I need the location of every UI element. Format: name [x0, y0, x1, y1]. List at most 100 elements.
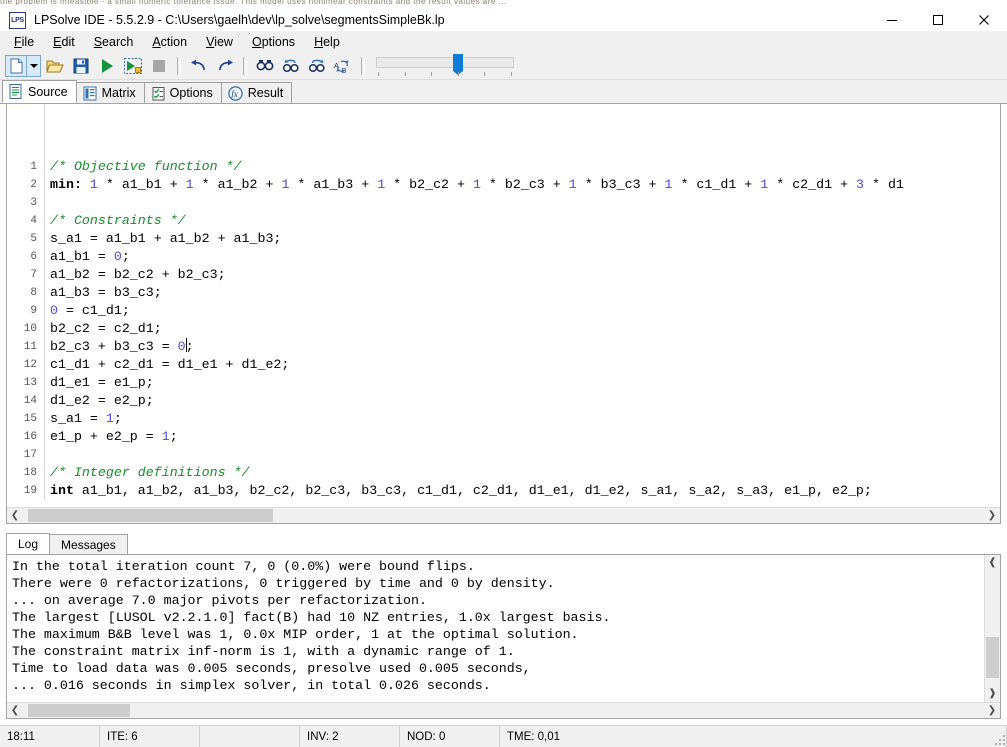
source-hscroll-thumb[interactable]: [28, 509, 273, 522]
menu-bar: File Edit Search Action View Options Hel…: [0, 31, 1007, 54]
main-tab-strip: Source Matrix Options fx Result: [0, 80, 1007, 104]
stop-button[interactable]: [147, 55, 171, 77]
menu-file[interactable]: File: [5, 33, 43, 52]
log-vscroll-down-button[interactable]: ❱: [985, 686, 1000, 702]
new-file-dropdown-button[interactable]: [27, 55, 41, 77]
replace-button[interactable]: A B: [331, 55, 355, 77]
code-line[interactable]: 19 int a1_b1, a1_b2, a1_b3, b2_c2, b2_c3,…: [7, 482, 1000, 500]
source-code-area[interactable]: 1 /* Objective function */ 2 min: 1 * a1_b1…: [7, 104, 1000, 500]
line-number: 14: [23, 395, 37, 407]
log-tab-log[interactable]: Log: [6, 533, 51, 554]
source-editor[interactable]: 1 /* Objective function */ 2 min: 1 * a1_b1…: [6, 103, 1001, 524]
step-run-icon: [124, 58, 142, 74]
code-token: /* Integer definitions */: [50, 465, 250, 480]
line-number: 4: [30, 215, 37, 227]
menu-view[interactable]: View: [197, 33, 242, 52]
code-line[interactable]: 3: [7, 194, 1000, 212]
code-line[interactable]: 18 /* Integer definitions */: [7, 464, 1000, 482]
save-file-button[interactable]: [69, 55, 93, 77]
open-file-button[interactable]: [43, 55, 67, 77]
menu-search-label: S: [93, 34, 103, 49]
undo-button[interactable]: [187, 55, 211, 77]
source-hscroll-left-button[interactable]: ❮: [7, 508, 23, 523]
menu-action[interactable]: Action: [143, 33, 196, 52]
menu-options[interactable]: Options: [243, 33, 304, 52]
menu-file-label: F: [14, 34, 22, 49]
code-token: 1: [89, 177, 98, 192]
code-token: * b3_c3 +: [576, 177, 665, 192]
tab-matrix[interactable]: Matrix: [75, 82, 145, 103]
code-token: * b2_c2 +: [385, 177, 473, 192]
slider-thumb[interactable]: [453, 54, 463, 75]
line-number: 17: [23, 449, 37, 461]
log-hscroll-left-button[interactable]: ❮: [7, 703, 23, 718]
open-folder-icon: [46, 60, 64, 73]
code-line[interactable]: 14 d1_e2 = e2_p;: [7, 392, 1000, 410]
source-editor-viewport[interactable]: 1 /* Objective function */ 2 min: 1 * a1_b1…: [7, 104, 1000, 506]
code-line[interactable]: 2 min: 1 * a1_b1 + 1 * a1_b2 + 1 * a1_b3 …: [7, 176, 1000, 194]
code-text: d1_e1 = e1_p;: [50, 374, 154, 392]
code-line[interactable]: 1 /* Objective function */: [7, 158, 1000, 176]
tab-options[interactable]: Options: [143, 82, 222, 103]
log-hscroll-thumb[interactable]: [28, 704, 130, 717]
code-line[interactable]: 8 a1_b3 = b3_c3;: [7, 284, 1000, 302]
log-vscroll-up-button[interactable]: ❰: [985, 555, 1000, 571]
code-token: 1: [161, 429, 170, 444]
code-line[interactable]: 13 d1_e1 = e1_p;: [7, 374, 1000, 392]
line-number: 12: [23, 359, 37, 371]
toolbar: A B: [0, 53, 1007, 80]
tab-source[interactable]: Source: [2, 80, 77, 103]
code-line[interactable]: 15 s_a1 = 1;: [7, 410, 1000, 428]
code-token: s_a1 =: [50, 411, 106, 426]
menu-edit[interactable]: Edit: [44, 33, 84, 52]
code-line[interactable]: 5 s_a1 = a1_b1 + a1_b2 + a1_b3;: [7, 230, 1000, 248]
log-tab-messages[interactable]: Messages: [49, 534, 128, 554]
code-token: a1_b1, a1_b2, a1_b3, b2_c2, b2_c3, b3_c3…: [73, 483, 872, 498]
menu-options-label: O: [251, 34, 262, 49]
code-line[interactable]: 16 e1_p + e2_p = 1;: [7, 428, 1000, 446]
menu-options-rest: ptions: [261, 34, 296, 49]
find-next-button[interactable]: [305, 55, 329, 77]
code-line[interactable]: 11 b2_c3 + b3_c3 = 0;: [7, 338, 1000, 356]
menu-search[interactable]: Search: [85, 33, 143, 52]
solve-button[interactable]: [95, 55, 119, 77]
source-hscrollbar[interactable]: ❮ ❯: [7, 507, 1000, 523]
code-line[interactable]: 17: [7, 446, 1000, 464]
code-line[interactable]: 12 c1_d1 + c2_d1 = d1_e1 + d1_e2;: [7, 356, 1000, 374]
line-number: 11: [23, 341, 37, 353]
log-tab-log-label: Log: [18, 537, 39, 551]
step-solve-button[interactable]: [121, 55, 145, 77]
log-panel[interactable]: In the total iteration count 7, 0 (0.0%)…: [6, 554, 1001, 719]
code-token: e1_p + e2_p =: [50, 429, 162, 444]
menu-help[interactable]: Help: [305, 33, 349, 52]
new-file-button[interactable]: [5, 55, 27, 77]
log-vscroll-thumb[interactable]: [986, 637, 999, 678]
save-icon: [73, 58, 89, 74]
background-window-text: the problem is infeasible - a small nume…: [0, 0, 507, 5]
redo-button[interactable]: [213, 55, 237, 77]
find-icon: [256, 60, 274, 71]
log-hscroll-right-button[interactable]: ❯: [984, 703, 1000, 718]
code-token: c1_d1 + c2_d1 = d1_e1 + d1_e2;: [50, 357, 290, 372]
find-button[interactable]: [253, 55, 277, 77]
verbosity-slider[interactable]: [376, 54, 516, 78]
code-line[interactable]: 4 /* Constraints */: [7, 212, 1000, 230]
code-line[interactable]: 10 b2_c2 = c2_d1;: [7, 320, 1000, 338]
code-line[interactable]: 6 a1_b1 = 0;: [7, 248, 1000, 266]
find-previous-button[interactable]: [279, 55, 303, 77]
code-line[interactable]: 7 a1_b2 = b2_c2 + b2_c3;: [7, 266, 1000, 284]
line-number: 10: [23, 323, 37, 335]
code-text: a1_b1 = 0;: [50, 248, 130, 266]
source-hscroll-right-button[interactable]: ❯: [984, 508, 1000, 523]
svg-text:fx: fx: [231, 88, 238, 98]
log-hscrollbar[interactable]: ❮ ❯: [7, 702, 1000, 718]
line-number: 8: [30, 287, 37, 299]
resize-grip[interactable]: [993, 733, 1005, 745]
code-line[interactable]: 9 0 = c1_d1;: [7, 302, 1000, 320]
tab-result[interactable]: fx Result: [220, 82, 293, 103]
status-cell-inversions: INV: 2: [300, 726, 400, 747]
line-number: 6: [30, 251, 37, 263]
log-vscrollbar[interactable]: ❰ ❱: [984, 555, 1000, 702]
toolbar-separator-3: [361, 57, 365, 75]
menu-action-rest: ction: [160, 34, 188, 49]
